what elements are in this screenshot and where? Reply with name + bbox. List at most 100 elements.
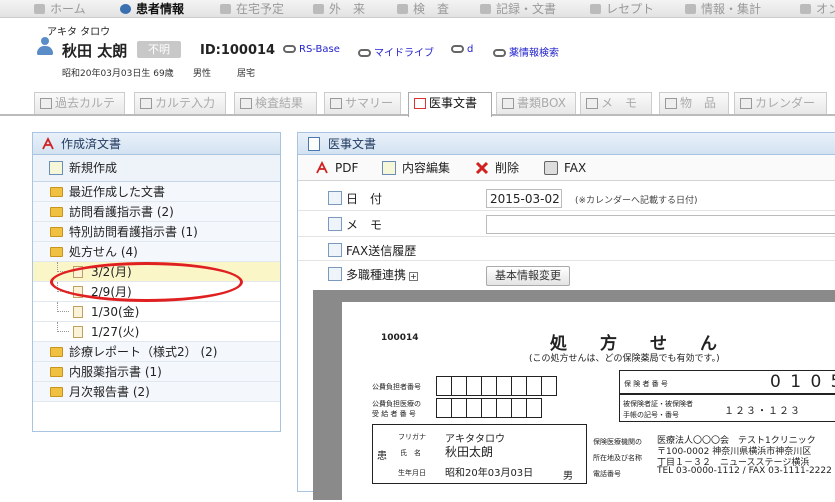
folder-icon bbox=[50, 387, 63, 397]
doc-inst-label-3: 電話番号 bbox=[593, 470, 621, 478]
nav-home[interactable]: ホーム bbox=[34, 1, 86, 17]
bar-chart-icon bbox=[240, 98, 252, 109]
tab-past-chart[interactable]: 過去カルテ bbox=[34, 92, 125, 114]
doc-card-number: １２３・１２３ bbox=[724, 406, 801, 417]
doc-male: 男 bbox=[563, 471, 573, 482]
fax-history-row[interactable]: FAX送信履歴 bbox=[298, 238, 835, 261]
patients-icon bbox=[120, 4, 131, 14]
person-icon bbox=[36, 37, 54, 55]
panel-header: 作成済文書 bbox=[33, 133, 280, 155]
tab-medical-documents[interactable]: 医事文書 bbox=[408, 92, 492, 117]
multi-profession-toggle[interactable]: 多職種連携 + bbox=[346, 266, 419, 283]
nav-home-visit[interactable]: 在宅予定 bbox=[220, 1, 284, 17]
nav-receipt[interactable]: レセプト bbox=[590, 1, 654, 17]
memo-icon bbox=[328, 217, 342, 231]
doc-name-label: 氏 名 bbox=[400, 449, 421, 457]
link-my-drive[interactable]: マイドライブ bbox=[358, 44, 434, 59]
edit-content-button[interactable]: 内容編集 bbox=[382, 155, 450, 181]
date-input[interactable] bbox=[486, 189, 562, 208]
link-icon bbox=[493, 49, 506, 57]
tab-bar: 過去カルテ カルテ入力 検査結果 サマリー 医事文書 書類BOX メ モ 物 品… bbox=[0, 90, 835, 117]
link-drug-search[interactable]: 薬情報検索 bbox=[493, 44, 559, 59]
doc-birth-label: 生年月日 bbox=[398, 469, 426, 477]
folder-icon bbox=[50, 227, 63, 237]
home-icon bbox=[34, 4, 45, 14]
folder-oral-medicine[interactable]: 内服薬指示書 (1) bbox=[33, 362, 280, 382]
doc-insurer-digits: 0 1 0 5 bbox=[770, 372, 835, 392]
doc-inst-label-1: 保険医療機関の bbox=[593, 438, 642, 446]
link-rs-base[interactable]: RS-Base bbox=[283, 44, 340, 55]
folder-visiting-nurse[interactable]: 訪問看護指示書 (2) bbox=[33, 202, 280, 222]
summary-icon bbox=[330, 98, 342, 109]
document-item-selected[interactable]: 3/2(月) bbox=[33, 262, 280, 282]
status-badge: 不明 bbox=[137, 41, 181, 58]
tab-test-results[interactable]: 検査結果 bbox=[234, 92, 317, 114]
document-icon bbox=[73, 266, 83, 278]
top-navigation: ホーム 患者情報 在宅予定 外 来 検 査 記録・文書 レセプト 情報・集計 オ… bbox=[0, 0, 835, 18]
nav-examination[interactable]: 検 査 bbox=[397, 1, 449, 17]
tab-summary[interactable]: サマリー bbox=[324, 92, 401, 114]
date-row: 日 付 (※カレンダーへ記載する日付) bbox=[298, 186, 835, 211]
doc-insurer-label: 保 険 者 番 号 bbox=[624, 380, 668, 388]
nav-outpatient[interactable]: 外 来 bbox=[313, 1, 365, 17]
expand-icon[interactable]: + bbox=[409, 272, 419, 281]
basic-info-change-button[interactable]: 基本情報変更 bbox=[486, 266, 570, 286]
tab-memo[interactable]: メ モ bbox=[580, 92, 652, 114]
folder-prescription[interactable]: 処方せん (4) bbox=[33, 242, 280, 262]
box-icon bbox=[502, 98, 514, 109]
pdf-icon bbox=[316, 161, 328, 174]
doc-recipient-label-1: 公費負担医療の bbox=[372, 400, 421, 408]
nav-records[interactable]: 記録・文書 bbox=[480, 1, 556, 17]
link-d[interactable]: d bbox=[451, 44, 473, 55]
folder-icon bbox=[50, 347, 63, 357]
doc-subtitle: (この処方せんは、どの保険薬局でも有効です。) bbox=[529, 354, 720, 364]
pdf-button[interactable]: PDF bbox=[315, 155, 358, 181]
nav-info-stats[interactable]: 情報・集計 bbox=[685, 1, 761, 17]
doc-recipient-label-2: 受 給 者 番 号 bbox=[372, 410, 416, 418]
doc-name: 秋田太朗 bbox=[445, 445, 494, 459]
doc-public-payer-label: 公費負担者番号 bbox=[372, 383, 421, 391]
document-viewer[interactable]: 100014 処 方 せ ん (この処方せんは、どの保険薬局でも有効です。) 公… bbox=[313, 290, 835, 502]
pdf-icon bbox=[42, 137, 54, 150]
receipt-icon bbox=[590, 4, 601, 14]
memo-input[interactable] bbox=[486, 215, 835, 234]
records-icon bbox=[480, 4, 491, 14]
doc-furigana-label: フリガナ bbox=[398, 433, 426, 441]
doc-card-label-1: 被保険者証・被保険者 bbox=[623, 400, 693, 408]
delete-icon bbox=[475, 161, 489, 175]
doc-card-label-2: 手帳の記号・番号 bbox=[623, 411, 679, 419]
folder-icon bbox=[50, 187, 63, 197]
folder-recent[interactable]: 最近作成した文書 bbox=[33, 182, 280, 202]
folder-clinical-report[interactable]: 診療レポート（様式2） (2) bbox=[33, 342, 280, 362]
doc-patient-id: 100014 bbox=[381, 333, 419, 343]
link-icon bbox=[451, 45, 464, 53]
created-documents-panel: 作成済文書 新規作成 最近作成した文書 訪問看護指示書 (2) 特別訪問看護指示… bbox=[32, 132, 281, 432]
new-document-button[interactable]: 新規作成 bbox=[33, 155, 280, 182]
fax-button[interactable]: FAX bbox=[544, 155, 586, 181]
medical-document-panel: 医事文書 PDF 内容編集 削除 FAX 日 付 (※カレンダーへ記載する日付)… bbox=[297, 132, 835, 502]
nav-online[interactable]: オン bbox=[800, 1, 835, 17]
folder-monthly-report[interactable]: 月次報告書 (2) bbox=[33, 382, 280, 402]
folder-special-visiting-nurse[interactable]: 特別訪問看護指示書 (1) bbox=[33, 222, 280, 242]
document-item[interactable]: 1/27(火) bbox=[33, 322, 280, 342]
patient-sex: 男性 bbox=[193, 69, 212, 79]
doc-kanja: 患 bbox=[377, 451, 387, 462]
tab-document-box[interactable]: 書類BOX bbox=[496, 92, 576, 114]
document-item[interactable]: 2/9(月) bbox=[33, 282, 280, 302]
patient-header: アキタ タロウ 秋田 太朗 不明 ID:100014 RS-Base マイドライ… bbox=[0, 20, 835, 86]
fax-icon bbox=[544, 161, 558, 175]
tab-goods[interactable]: 物 品 bbox=[659, 92, 729, 114]
tag-icon bbox=[586, 98, 598, 109]
doc-inst-tel: TEL 03-0000-1112 / FAX 03-1111-2222 bbox=[657, 466, 832, 476]
document-icon bbox=[73, 326, 83, 338]
document-item[interactable]: 1/30(金) bbox=[33, 302, 280, 322]
tab-calendar[interactable]: カレンダー bbox=[734, 92, 827, 114]
folder-open-icon bbox=[50, 247, 63, 257]
delete-button[interactable]: 削除 bbox=[475, 155, 519, 181]
chart-icon bbox=[685, 4, 696, 14]
clock-icon bbox=[220, 4, 231, 14]
folder-icon bbox=[50, 367, 63, 377]
document-icon bbox=[308, 137, 320, 151]
tab-chart-input[interactable]: カルテ入力 bbox=[134, 92, 226, 114]
nav-patient-info[interactable]: 患者情報 bbox=[120, 1, 184, 17]
